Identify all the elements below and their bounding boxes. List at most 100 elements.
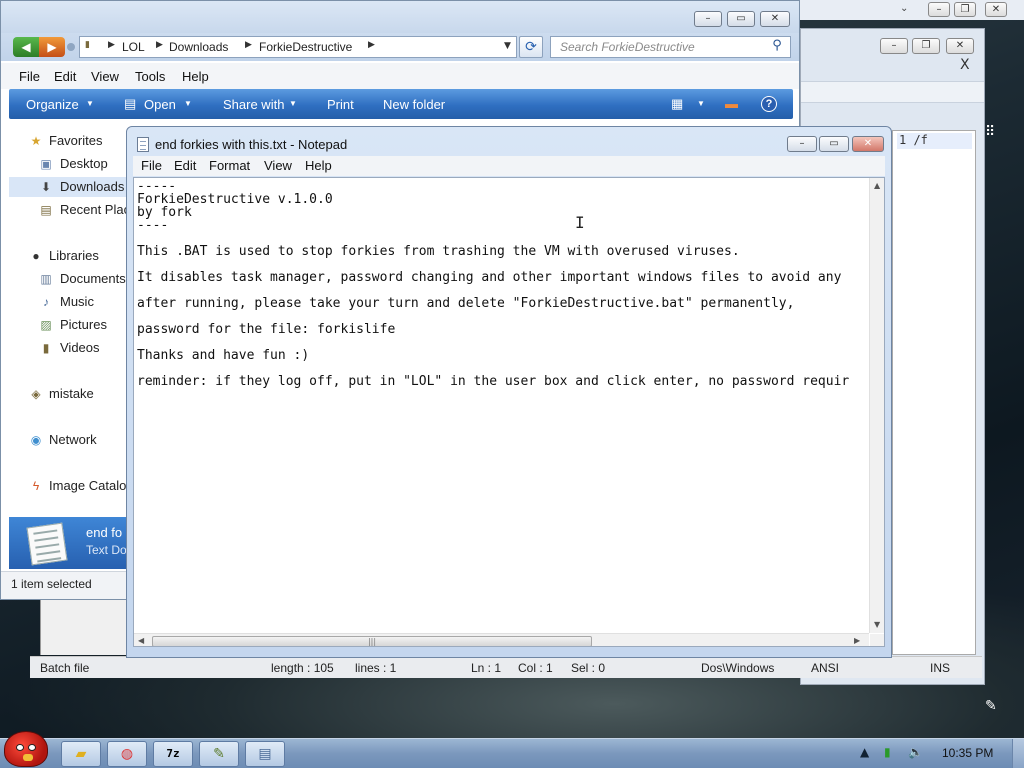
restore-button[interactable]: ❐ bbox=[912, 38, 940, 54]
encoding: ANSI bbox=[811, 661, 840, 675]
vertical-scrollbar[interactable]: ▲ ▼ bbox=[869, 178, 884, 633]
nav-downloads[interactable]: ⬇ Downloads bbox=[9, 177, 129, 197]
line-number: Ln : 1 bbox=[471, 661, 502, 675]
breadcrumb-lol[interactable]: LOL bbox=[122, 40, 145, 54]
maximize-button[interactable]: ▭ bbox=[819, 136, 849, 152]
document-icon: ▤ bbox=[124, 96, 137, 111]
text-line: Thanks and have fun :) bbox=[137, 348, 310, 363]
nav-documents[interactable]: ▥ Documents bbox=[9, 269, 129, 289]
forward-button[interactable]: ▶ bbox=[39, 37, 65, 57]
nav-libraries[interactable]: ● Libraries bbox=[9, 246, 129, 266]
nav-favorites[interactable]: ★ Favorites bbox=[9, 131, 129, 151]
menu-help[interactable]: Help bbox=[182, 69, 209, 84]
taskbar-7zip-button[interactable]: 7z bbox=[153, 741, 193, 767]
chevron-down-icon[interactable]: ▼ bbox=[504, 41, 511, 51]
lines-readout: lines : 1 bbox=[355, 661, 397, 675]
size-grip[interactable] bbox=[870, 634, 884, 646]
menu-file[interactable]: File bbox=[141, 158, 162, 173]
grid-icon[interactable]: ⠿ bbox=[985, 125, 999, 139]
notepad-icon bbox=[137, 137, 149, 152]
taskbar-explorer-button[interactable]: ▰ bbox=[61, 741, 101, 767]
navigation-buttons: ◀ ▶ bbox=[13, 37, 65, 57]
selection-status: 1 item selected bbox=[11, 577, 92, 591]
pen-icon[interactable]: ✎ bbox=[985, 698, 997, 714]
breadcrumb-separator-icon[interactable]: ▶ bbox=[368, 40, 375, 50]
star-icon: ★ bbox=[30, 134, 42, 148]
breadcrumb-separator-icon[interactable]: ▶ bbox=[108, 40, 115, 50]
nav-network[interactable]: ◉ Network bbox=[9, 430, 129, 450]
breadcrumb-separator-icon[interactable]: ▶ bbox=[245, 40, 252, 50]
preview-pane-icon[interactable]: ▬ bbox=[725, 96, 738, 111]
menu-view[interactable]: View bbox=[91, 69, 119, 84]
start-button[interactable] bbox=[4, 731, 48, 767]
scroll-left-icon[interactable]: ◀ bbox=[138, 636, 144, 645]
menu-view[interactable]: View bbox=[264, 158, 292, 173]
chevron-down-icon[interactable]: ⌄ bbox=[900, 3, 908, 14]
close-button[interactable]: ✕ bbox=[760, 11, 790, 27]
recent-pages-button[interactable] bbox=[67, 43, 75, 51]
refresh-button[interactable]: ⟳ bbox=[519, 36, 543, 58]
menu-edit[interactable]: Edit bbox=[174, 158, 196, 173]
pictures-icon: ▨ bbox=[40, 318, 52, 332]
breadcrumb-forkiedestructive[interactable]: ForkieDestructive bbox=[259, 40, 352, 54]
organize-button[interactable]: Organize bbox=[26, 97, 79, 112]
close-button[interactable]: ✕ bbox=[985, 2, 1007, 17]
menu-help[interactable]: Help bbox=[305, 158, 332, 173]
clock[interactable]: 10:35 PM bbox=[942, 746, 993, 760]
nav-pictures[interactable]: ▨ Pictures bbox=[9, 315, 129, 335]
nav-mistake[interactable]: ◈ mistake bbox=[9, 384, 129, 404]
menu-file[interactable]: File bbox=[19, 69, 40, 84]
editor-content[interactable]: ----- ForkieDestructive v.1.0.0 by fork … bbox=[137, 180, 865, 632]
chevron-up-icon[interactable]: ▲ bbox=[860, 745, 869, 759]
breadcrumb-downloads[interactable]: Downloads bbox=[169, 40, 228, 54]
navigation-pane: ★ Favorites ▣ Desktop ⬇ Downloads ▤ Rece… bbox=[9, 121, 129, 516]
close-tab-icon[interactable]: X bbox=[960, 57, 970, 73]
music-icon: ♪ bbox=[43, 295, 49, 309]
battery-icon[interactable]: ▮ bbox=[884, 745, 891, 759]
horizontal-scrollbar[interactable]: ◀ ||| ▶ bbox=[134, 633, 869, 646]
open-button[interactable]: Open bbox=[144, 97, 176, 112]
search-input[interactable]: Search ForkieDestructive bbox=[550, 36, 791, 58]
breadcrumb-separator-icon[interactable]: ▶ bbox=[156, 40, 163, 50]
show-desktop-button[interactable] bbox=[1012, 739, 1024, 768]
minimize-button[interactable]: – bbox=[694, 11, 722, 27]
menu-edit[interactable]: Edit bbox=[54, 69, 76, 84]
view-options-icon[interactable]: ▦ bbox=[671, 96, 683, 112]
volume-icon[interactable]: 🔈 bbox=[908, 745, 923, 759]
taskbar-chrome-button[interactable]: ◍ bbox=[107, 741, 147, 767]
nav-recent-places[interactable]: ▤ Recent Plac bbox=[9, 200, 129, 220]
menu-tools[interactable]: Tools bbox=[135, 69, 165, 84]
scroll-right-icon[interactable]: ▶ bbox=[854, 636, 860, 645]
help-icon[interactable]: ? bbox=[761, 96, 777, 112]
taskbar-notepad-button[interactable]: ▤ bbox=[245, 741, 285, 767]
selected-file-type: Text Do bbox=[86, 543, 127, 557]
minimize-button[interactable]: – bbox=[928, 2, 950, 17]
print-button[interactable]: Print bbox=[327, 97, 354, 112]
nav-desktop[interactable]: ▣ Desktop bbox=[9, 154, 129, 174]
batch-editor-document[interactable] bbox=[892, 130, 976, 655]
minimize-button[interactable]: – bbox=[880, 38, 908, 54]
chevron-down-icon[interactable]: ▼ bbox=[697, 99, 705, 108]
search-icon[interactable]: ⚲ bbox=[769, 38, 785, 54]
eye-icon bbox=[28, 744, 36, 751]
command-bar: Organize ▼ ▤ Open ▼ Share with ▼ Print N… bbox=[9, 89, 793, 119]
scroll-down-icon[interactable]: ▼ bbox=[874, 620, 880, 629]
scroll-up-icon[interactable]: ▲ bbox=[874, 181, 880, 190]
share-with-button[interactable]: Share with bbox=[223, 97, 284, 112]
address-row: ◀ ▶ ▮ ▶ LOL ▶ Downloads ▶ ForkieDestruct… bbox=[1, 33, 799, 61]
scrollbar-thumb[interactable]: ||| bbox=[152, 636, 592, 646]
minimize-button[interactable]: – bbox=[787, 136, 817, 152]
text-editor[interactable]: ----- ForkieDestructive v.1.0.0 by fork … bbox=[133, 177, 885, 647]
nav-videos[interactable]: ▮ Videos bbox=[9, 338, 129, 358]
address-bar[interactable]: ▮ ▶ LOL ▶ Downloads ▶ ForkieDestructive … bbox=[79, 36, 517, 58]
menu-format[interactable]: Format bbox=[209, 158, 250, 173]
taskbar-notepad-plus-button[interactable]: ✎ bbox=[199, 741, 239, 767]
nav-image-catalog[interactable]: ϟ Image Catalo bbox=[9, 476, 129, 496]
nav-music[interactable]: ♪ Music bbox=[9, 292, 129, 312]
back-button[interactable]: ◀ bbox=[13, 37, 39, 57]
maximize-button[interactable]: ▭ bbox=[727, 11, 755, 27]
restore-button[interactable]: ❐ bbox=[954, 2, 976, 17]
close-button[interactable]: ✕ bbox=[852, 136, 884, 152]
close-button[interactable]: ✕ bbox=[946, 38, 974, 54]
new-folder-button[interactable]: New folder bbox=[383, 97, 445, 112]
